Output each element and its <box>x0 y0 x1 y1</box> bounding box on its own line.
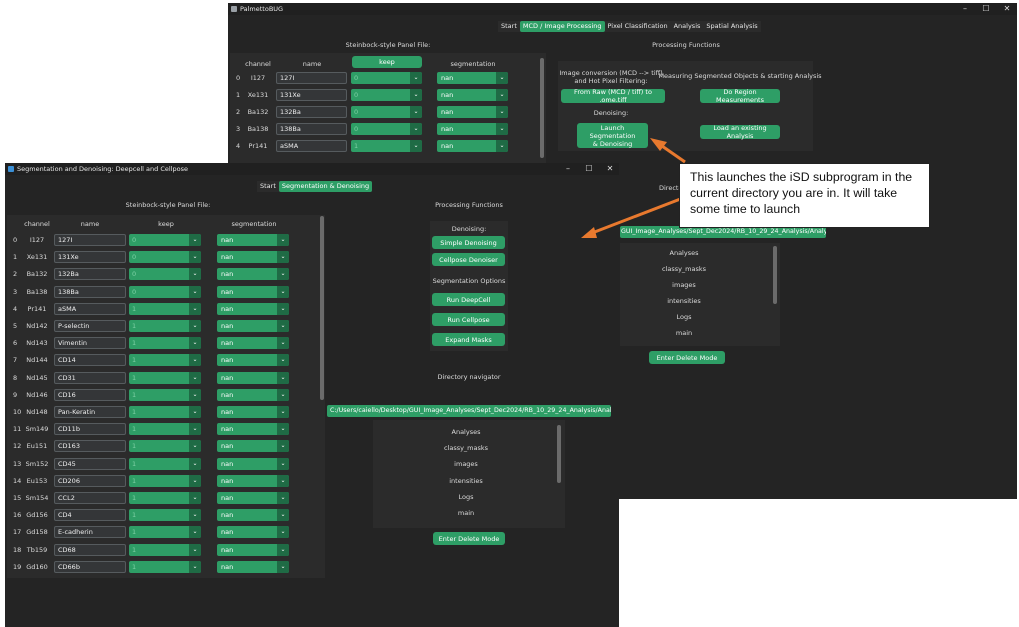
arrow-to-front-window <box>591 196 684 235</box>
arrow-head-lower <box>581 227 597 238</box>
callout-arrows <box>581 138 686 238</box>
callout-text: This launches the iSD subprogram in the … <box>690 170 913 216</box>
callout-box: This launches the iSD subprogram in the … <box>679 163 930 228</box>
arrow-to-launch-button <box>661 144 686 164</box>
